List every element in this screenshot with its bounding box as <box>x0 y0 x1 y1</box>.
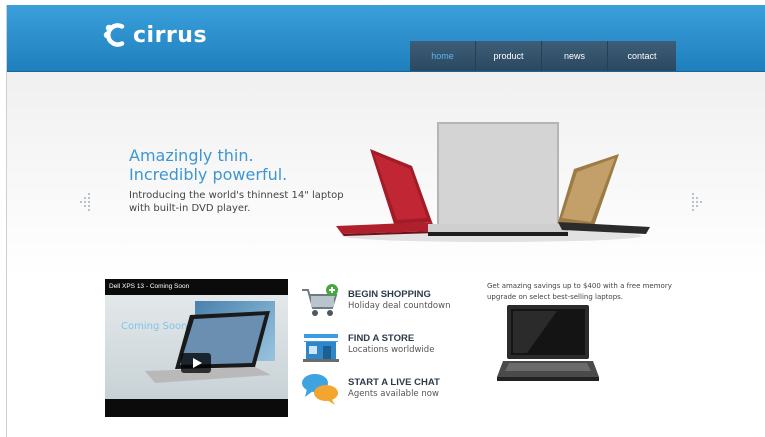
hero-description-line1: Introducing the world's thinnest 14" lap… <box>129 190 344 201</box>
main-nav: home product news contact <box>410 41 676 71</box>
hero-description-line2: with built-in DVD player. <box>129 203 251 214</box>
feature-find-a-store[interactable]: FIND A STORE Locations worldwide <box>299 326 459 366</box>
nav-contact[interactable]: contact <box>608 41 676 71</box>
nav-product[interactable]: product <box>476 41 542 71</box>
nav-home[interactable]: home <box>410 41 476 71</box>
hero-banner: Amazingly thin. Incredibly powerful. Int… <box>7 72 765 277</box>
nav-news[interactable]: news <box>542 41 608 71</box>
feature-begin-shopping-title: BEGIN SHOPPING <box>348 289 431 300</box>
feature-live-chat-title: START A LIVE CHAT <box>348 377 440 388</box>
store-icon <box>303 334 339 362</box>
feature-begin-shopping[interactable]: BEGIN SHOPPING Holiday deal countdown <box>299 282 459 322</box>
promo-text-line1: Get amazing savings up to $400 with a fr… <box>487 282 672 290</box>
cloud-c-logo-icon <box>103 23 125 47</box>
page-frame: cirrus home product news contact Amazing… <box>6 5 765 437</box>
silver-laptop-icon <box>428 122 568 236</box>
feature-live-chat-subtitle: Agents available now <box>348 389 439 399</box>
hero-headline-line2: Incredibly powerful. <box>129 165 288 184</box>
brand-logo[interactable]: cirrus <box>103 20 207 50</box>
promo-laptop-image[interactable] <box>497 305 599 385</box>
feature-find-a-store-subtitle: Locations worldwide <box>348 345 435 355</box>
hero-headline-line1: Amazingly thin. <box>129 146 254 165</box>
feature-begin-shopping-subtitle: Holiday deal countdown <box>348 301 451 311</box>
video-player[interactable]: Dell XPS 13 - Coming Soon Coming Soon <box>105 279 288 417</box>
chat-bubbles-icon <box>302 374 338 405</box>
video-laptop-icon <box>145 311 271 383</box>
video-title: Dell XPS 13 - Coming Soon <box>109 283 190 290</box>
play-button[interactable] <box>181 353 211 373</box>
gold-laptop-icon <box>558 154 650 234</box>
shopping-cart-icon <box>302 284 338 316</box>
brand-name: cirrus <box>133 22 208 48</box>
video-frame: Coming Soon <box>105 295 288 399</box>
carousel-next-icon[interactable] <box>690 193 702 216</box>
feature-live-chat[interactable]: START A LIVE CHAT Agents available now <box>299 370 459 410</box>
site-header: cirrus home product news contact <box>7 5 765 72</box>
play-icon <box>193 358 202 368</box>
hero-laptops-image <box>336 122 650 242</box>
feature-find-a-store-title: FIND A STORE <box>348 333 415 344</box>
red-laptop-icon <box>336 149 436 236</box>
carousel-prev-icon[interactable] <box>80 193 92 216</box>
promo-text-line2: upgrade on select best-selling laptops. <box>487 293 624 301</box>
